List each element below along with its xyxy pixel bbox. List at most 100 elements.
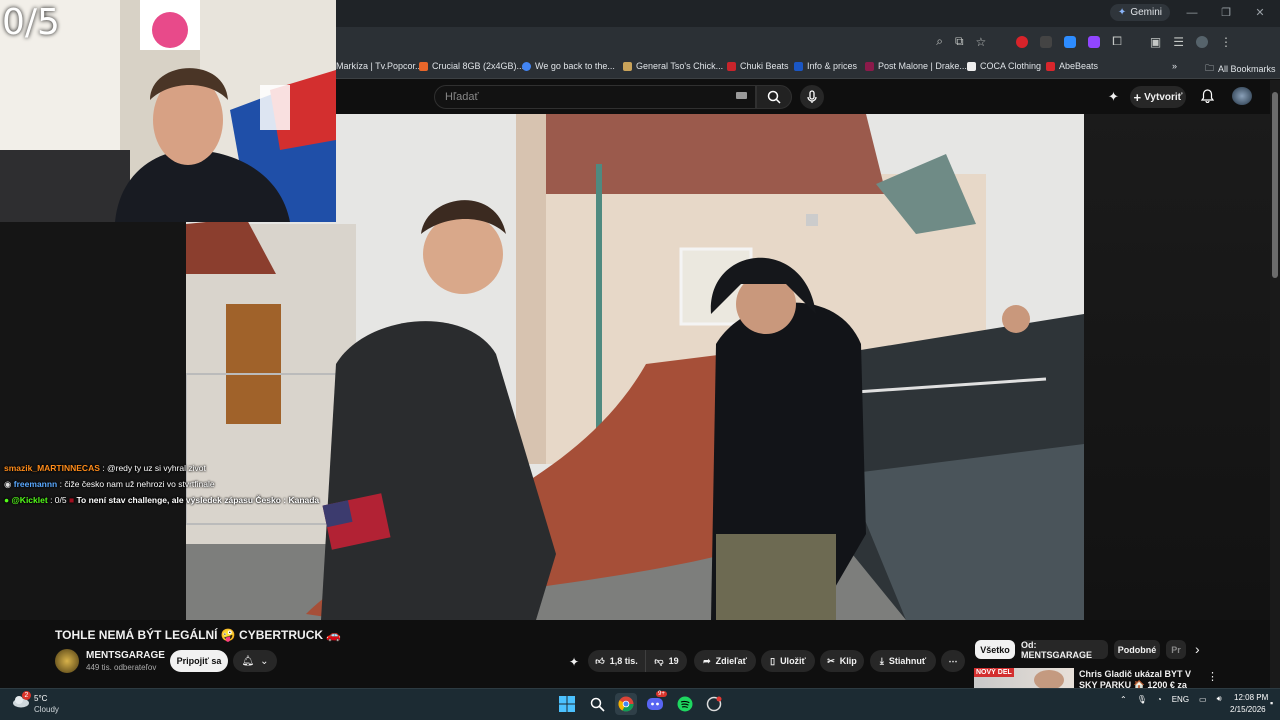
channel-avatar[interactable] <box>55 649 79 673</box>
chat-badge-icon: ◉ <box>4 479 12 489</box>
windows-start-icon[interactable] <box>558 695 576 713</box>
recommended-thumbnail[interactable]: NOVÝ DEL <box>974 668 1074 688</box>
chip-all[interactable]: Všetko <box>975 640 1015 659</box>
close-icon[interactable]: ✕ <box>1248 6 1272 19</box>
chip-more[interactable]: Pr <box>1166 640 1186 659</box>
bookmark-item[interactable]: Post Malone | Drake... <box>865 61 967 71</box>
chevron-right-icon[interactable]: › <box>1195 641 1200 657</box>
recommended-title[interactable]: Chris Gladič ukázal BYT V SKY PARKU 🏠 12… <box>1079 669 1199 689</box>
discord-taskbar-icon[interactable]: 9+ <box>646 691 667 713</box>
toolbar-icons: ⌕ ⧉ ☆ ⧠ ▣ ☰ ⋮ <box>936 34 1232 49</box>
create-label: Vytvoriť <box>1144 91 1183 103</box>
clip-label: Klip <box>839 656 857 666</box>
extension-blue-icon[interactable] <box>1064 35 1077 48</box>
bookmark-item[interactable]: We go back to the... <box>522 61 615 71</box>
share-icon: ➦ <box>703 655 711 666</box>
bookmark-item[interactable]: General Tso's Chick... <box>623 61 723 71</box>
stream-counter: 0/5 <box>2 2 60 43</box>
notifications-bell-icon[interactable] <box>1200 89 1215 108</box>
save-button[interactable]: ▯ Uložiť <box>761 650 815 672</box>
extension-purple-icon[interactable] <box>1088 35 1101 48</box>
weather-cloud-icon[interactable]: 2 <box>12 691 31 708</box>
recommended-menu-icon[interactable]: ⋮ <box>1207 670 1218 683</box>
more-actions-button[interactable]: ⋯ <box>941 650 965 672</box>
clock-date[interactable]: 2/15/2026 <box>1230 705 1266 714</box>
chat-message: ◉ freemannn : čiže česko nam už nehrozi … <box>4 479 215 490</box>
all-bookmarks-button[interactable]: 🗀 All Bookmarks <box>1205 61 1276 77</box>
dislike-button[interactable]: 👎︎ 19 <box>645 650 687 672</box>
bookmark-label: Markíza | Tv.Popcor... <box>336 61 423 71</box>
tray-chevron-up-icon[interactable]: ⌃ <box>1120 695 1127 704</box>
sidepanel-icon[interactable]: ▣ <box>1150 35 1161 49</box>
tray-microphone-icon[interactable]: 🎙︎ <box>1137 695 1147 704</box>
language-indicator[interactable]: ENG <box>1172 695 1189 704</box>
ask-ai-icon[interactable]: ✦ <box>569 655 579 669</box>
share-button[interactable]: ➦ Zdieľať <box>694 650 756 672</box>
bookmarks-overflow-icon[interactable]: » <box>1172 61 1177 71</box>
bookmark-label: AbeBeats <box>1059 61 1099 71</box>
extensions-puzzle-icon[interactable]: ⧠ <box>1112 34 1122 49</box>
bookmark-item[interactable]: Info & prices <box>794 61 857 71</box>
bookmark-item[interactable]: Markíza | Tv.Popcor... <box>336 61 423 71</box>
bookmark-star-icon[interactable]: ☆ <box>976 35 987 49</box>
notification-center-icon[interactable]: ▪ <box>1270 698 1273 708</box>
bookmark-label: COCA Clothing <box>980 61 1042 71</box>
spotify-taskbar-icon[interactable] <box>676 695 694 713</box>
plus-icon: + <box>1133 89 1142 105</box>
share-label: Zdieľať <box>715 656 747 666</box>
tray-display-icon[interactable]: ▭ <box>1199 695 1207 704</box>
bookmark-label: Post Malone | Drake... <box>878 61 967 71</box>
scissors-icon: ✂ <box>827 655 835 666</box>
thumbnail-badge: NOVÝ DEL <box>974 668 1014 677</box>
chip-from-channel[interactable]: Od: MENTSGARAGE <box>1021 640 1108 660</box>
media-icon[interactable]: ☰ <box>1173 35 1184 49</box>
thumbs-up-icon: 👍︎ <box>595 655 605 666</box>
bookmark-favicon-icon <box>1046 61 1055 71</box>
download-button[interactable]: ⤓ Stiahnuť <box>870 650 936 672</box>
bookmark-favicon-icon <box>967 61 976 71</box>
restore-icon[interactable]: ❐ <box>1214 6 1238 19</box>
bookmark-item[interactable]: AbeBeats <box>1046 61 1098 71</box>
bookmark-item[interactable]: COCA Clothing <box>967 61 1041 71</box>
bookmark-item[interactable]: Crucial 8GB (2x4GB)... <box>419 61 524 71</box>
scrollbar-thumb[interactable] <box>1272 92 1278 278</box>
menu-dots-icon[interactable]: ⋮ <box>1220 35 1232 49</box>
account-avatar[interactable] <box>1232 87 1252 105</box>
app-taskbar-icon[interactable] <box>705 695 723 713</box>
bookmark-label: General Tso's Chick... <box>636 61 724 71</box>
cast-icon[interactable]: ⧉ <box>955 34 964 49</box>
zoom-icon[interactable]: ⌕ <box>936 34 943 49</box>
weather-condition[interactable]: Cloudy <box>34 705 59 714</box>
gemini-button[interactable]: ✦ Gemini <box>1109 4 1170 21</box>
bookmark-label: Chuki Beats <box>740 61 789 71</box>
like-count: 1,8 tis. <box>609 656 638 666</box>
like-button[interactable]: 👍︎ 1,8 tis. <box>588 650 645 672</box>
extension-gray-icon[interactable] <box>1040 35 1053 48</box>
voice-search-button[interactable] <box>800 85 824 109</box>
chip-related[interactable]: Podobné <box>1114 640 1160 659</box>
sparkle-icon[interactable]: ✦ <box>1108 89 1119 105</box>
discord-badge: 9+ <box>656 691 667 697</box>
profile-avatar[interactable] <box>1196 35 1208 48</box>
subscription-bell-button[interactable]: 🔔︎ ⌄ <box>233 650 277 672</box>
chrome-taskbar-icon[interactable] <box>615 693 637 715</box>
minimize-icon[interactable]: — <box>1180 7 1204 19</box>
chip-label: Podobné <box>1117 644 1157 655</box>
bookmark-item[interactable]: Chuki Beats <box>727 61 789 71</box>
create-button[interactable]: + Vytvoriť <box>1130 86 1186 108</box>
tray-speaker-icon[interactable]: 🔊︎ <box>1217 694 1222 704</box>
clip-button[interactable]: ✂ Klip <box>820 650 864 672</box>
search-button[interactable] <box>756 85 792 109</box>
channel-name[interactable]: MENTSGARAGE <box>86 650 165 661</box>
weather-temperature[interactable]: 5°C <box>34 694 47 703</box>
window-controls: ✦ Gemini — ❐ ✕ <box>1109 4 1272 21</box>
tray-network-icon[interactable]: ◔ <box>1157 695 1162 704</box>
search-input[interactable]: Hľadať <box>434 85 756 109</box>
download-icon: ⤓ <box>879 655 884 666</box>
keyboard-icon[interactable] <box>736 92 747 99</box>
chat-message: smazik_MARTINNECAS : @redy ty uz si vyhr… <box>4 463 206 473</box>
search-taskbar-icon[interactable] <box>588 695 606 713</box>
clock-time[interactable]: 12:08 PM <box>1234 693 1268 702</box>
join-button[interactable]: Pripojiť sa <box>170 650 228 672</box>
extension-red-icon[interactable] <box>1016 35 1029 48</box>
